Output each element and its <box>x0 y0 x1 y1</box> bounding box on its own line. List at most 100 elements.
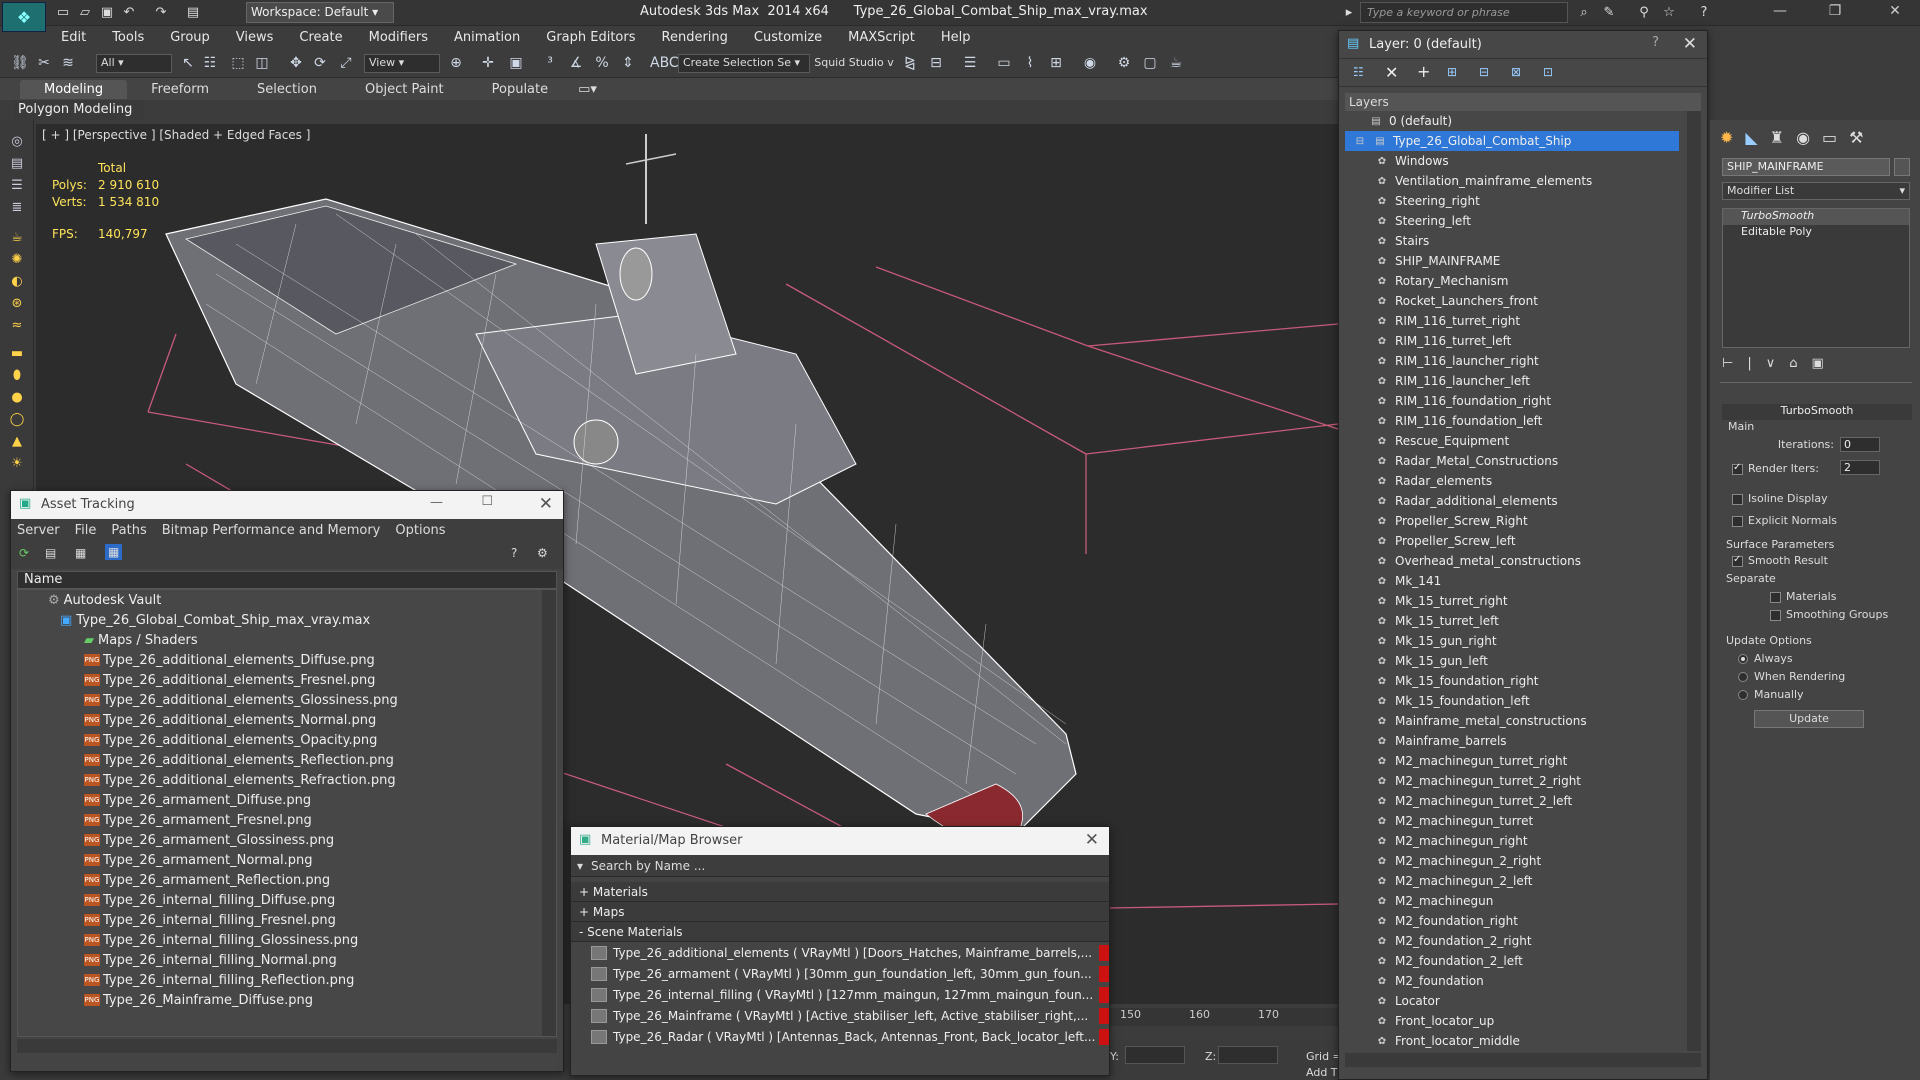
help-icon[interactable]: ? <box>1652 35 1659 50</box>
unlink-icon[interactable]: ✂ <box>34 53 54 73</box>
layer-object-row[interactable]: ✿ Radar_Metal_Constructions <box>1345 451 1701 471</box>
layer-object-row[interactable]: ✿ M2_foundation_2_right <box>1345 931 1701 951</box>
edit-named-selection-icon[interactable]: ABC <box>650 53 679 73</box>
display-tab-icon[interactable]: ▭ <box>1822 128 1837 147</box>
tab-modeling[interactable]: Modeling <box>20 79 128 99</box>
utilities-tab-icon[interactable]: ⚒ <box>1849 128 1863 147</box>
hierarchy-tab-icon[interactable]: ♜ <box>1770 128 1784 147</box>
rendered-frame-icon[interactable]: ▢ <box>1140 53 1160 73</box>
keyboard-shortcut-icon[interactable]: ▣ <box>506 53 526 73</box>
object-color-swatch[interactable] <box>1894 158 1910 176</box>
layer-object-row[interactable]: ✿ Rotary_Mechanism <box>1345 271 1701 291</box>
menu-customize[interactable]: Customize <box>741 30 835 45</box>
asset-hscrollbar[interactable] <box>17 1039 557 1053</box>
layer-object-row[interactable]: ✿ Mk_15_gun_left <box>1345 651 1701 671</box>
schematic-view-icon[interactable]: ⊞ <box>1046 53 1066 73</box>
camera-icon[interactable]: ◐ <box>7 274 27 290</box>
layer-object-row[interactable]: ✿ Rescue_Equipment <box>1345 431 1701 451</box>
asset-file-row[interactable]: PNG Type_26_armament_Fresnel.png <box>18 810 556 830</box>
render-iters-row[interactable]: Render Iters: <box>1732 462 1819 475</box>
scene-material-row[interactable]: Type_26_internal_filling ( VRayMtl ) [12… <box>571 984 1109 1005</box>
asset-file-row[interactable]: PNG Type_26_additional_elements_Glossines… <box>18 690 556 710</box>
asset-file-row[interactable]: PNG Type_26_armament_Glossiness.png <box>18 830 556 850</box>
asset-file-row[interactable]: PNG Type_26_internal_filling_Glossiness.p… <box>18 930 556 950</box>
layer-object-row[interactable]: ✿ Front_locator_up <box>1345 1011 1701 1031</box>
scene-material-row[interactable]: Type_26_additional_elements ( VRayMtl ) … <box>571 942 1109 963</box>
hide-all-icon[interactable]: ⊠ <box>1511 65 1521 79</box>
asset-file-row[interactable]: PNG Type_26_internal_filling_Diffuse.png <box>18 890 556 910</box>
update-rendering-radio[interactable] <box>1738 672 1748 682</box>
layer-object-row[interactable]: ✿ M2_foundation <box>1345 971 1701 991</box>
menu-tools[interactable]: Tools <box>99 30 157 45</box>
layer-object-row[interactable]: ✿ Steering_right <box>1345 191 1701 211</box>
layers-header[interactable]: Layers <box>1345 93 1701 111</box>
layer-object-row[interactable]: ✿ Mainframe_barrels <box>1345 731 1701 751</box>
sphere-icon[interactable]: ● <box>7 390 27 406</box>
layer-object-row[interactable]: ✿ M2_machinegun_turret_right <box>1345 751 1701 771</box>
dropdown-arrow-icon[interactable]: ▾ <box>577 859 583 873</box>
layer-object-row[interactable]: ✿ Mk_15_turret_right <box>1345 591 1701 611</box>
list-icon[interactable]: ≣ <box>7 200 27 216</box>
scene-material-row[interactable]: Type_26_armament ( VRayMtl ) [30mm_gun_f… <box>571 963 1109 984</box>
asset-file-row[interactable]: PNG Type_26_internal_filling_Reflection.p… <box>18 970 556 990</box>
display-icon[interactable]: ▤ <box>7 156 27 172</box>
layers-titlebar[interactable]: ▤ Layer: 0 (default) ? ✕ <box>1339 31 1707 59</box>
menu-help[interactable]: Help <box>928 30 984 45</box>
layer-object-row[interactable]: ✿ Locator <box>1345 991 1701 1011</box>
angle-snap-icon[interactable]: ∡ <box>566 53 586 73</box>
layer-object-row[interactable]: ✿ Ventilation_mainframe_elements <box>1345 171 1701 191</box>
maximize-icon[interactable]: ☐ <box>481 494 493 509</box>
tab-selection[interactable]: Selection <box>233 80 341 99</box>
new-file-icon[interactable]: ▭ <box>54 4 72 22</box>
eye-icon[interactable]: ◎ <box>7 134 27 150</box>
ribbon-toggle-icon[interactable]: ▭ <box>994 53 1014 73</box>
layer-object-row[interactable]: ✿ M2_machinegun <box>1345 891 1701 911</box>
motion-tab-icon[interactable]: ◉ <box>1796 128 1810 147</box>
materials-section[interactable]: + Materials <box>571 882 1109 902</box>
scene-material-row[interactable]: Type_26_Radar ( VRayMtl ) [Antennas_Back… <box>571 1026 1109 1047</box>
ribbon-panel-polygon-modeling[interactable]: Polygon Modeling <box>14 100 144 120</box>
asset-file-row[interactable]: PNG Type_26_additional_elements_Diffuse.p… <box>18 650 556 670</box>
app-menu-logo[interactable]: ❖ <box>2 2 46 32</box>
explicit-normals-checkbox[interactable] <box>1732 515 1743 527</box>
named-selection-select[interactable]: Create Selection Se ▾ <box>678 54 810 73</box>
select-object-icon[interactable]: ↖ <box>178 53 198 73</box>
layer-object-row[interactable]: ✿ M2_machinegun_2_right <box>1345 851 1701 871</box>
align-icon[interactable]: ⊟ <box>926 53 946 73</box>
layer-object-row[interactable]: ✿ M2_foundation_2_left <box>1345 951 1701 971</box>
tab-freeform[interactable]: Freeform <box>127 80 233 99</box>
minimize-icon[interactable]: — <box>430 495 443 510</box>
scene-material-row[interactable]: Type_26_Mainframe ( VRayMtl ) [Active_st… <box>571 1005 1109 1026</box>
project-folder-icon[interactable]: ▤ <box>184 4 202 22</box>
layer-object-row[interactable]: ✿ M2_machinegun_turret_2_right <box>1345 771 1701 791</box>
update-always-row[interactable]: Always <box>1738 652 1793 665</box>
helper-icon[interactable]: ⊛ <box>7 296 27 312</box>
render-setup-icon[interactable]: ⚙ <box>1114 53 1134 73</box>
menu-graph-editors[interactable]: Graph Editors <box>533 30 648 45</box>
binoculars-icon[interactable]: ⌕ <box>1575 4 1593 22</box>
menu-maxscript[interactable]: MAXScript <box>835 30 928 45</box>
layer-object-row[interactable]: ✿ Overhead_metal_constructions <box>1345 551 1701 571</box>
explicit-normals-row[interactable]: Explicit Normals <box>1732 514 1837 527</box>
asset-file-row[interactable]: PNG Type_26_additional_elements_Reflectio… <box>18 750 556 770</box>
refresh-icon[interactable]: ⟳ <box>19 546 29 560</box>
object-name-field[interactable]: SHIP_MAINFRAME <box>1722 158 1890 176</box>
material-browser-titlebar[interactable]: ▣ Material/Map Browser ✕ <box>571 827 1109 855</box>
cylinder-icon[interactable]: ⬮ <box>7 368 27 384</box>
close-icon[interactable]: ✕ <box>1085 830 1099 850</box>
mirror-icon[interactable]: ⧎ <box>900 53 920 73</box>
layer-object-row[interactable]: ✿ Propeller_Screw_left <box>1345 531 1701 551</box>
collapse-icon[interactable]: ⊟ <box>1353 136 1367 147</box>
help-search-input[interactable]: Type a keyword or phrase <box>1360 2 1568 23</box>
link-icon[interactable]: ⛓ <box>10 53 30 73</box>
layers-hscrollbar[interactable] <box>1345 1053 1701 1067</box>
percent-snap-icon[interactable]: % <box>592 53 612 73</box>
help-icon[interactable]: ? <box>511 546 517 560</box>
table-view-icon[interactable]: ▦ <box>105 544 123 560</box>
create-layer-icon[interactable]: ☷ <box>1353 65 1364 79</box>
update-button[interactable]: Update <box>1754 710 1864 728</box>
select-objects-icon[interactable]: ⊞ <box>1447 65 1457 79</box>
layer-object-row[interactable]: ✿ Propeller_Screw_Right <box>1345 511 1701 531</box>
layer-object-row[interactable]: ✿ Mk_15_turret_left <box>1345 611 1701 631</box>
isoline-checkbox[interactable] <box>1732 493 1743 505</box>
